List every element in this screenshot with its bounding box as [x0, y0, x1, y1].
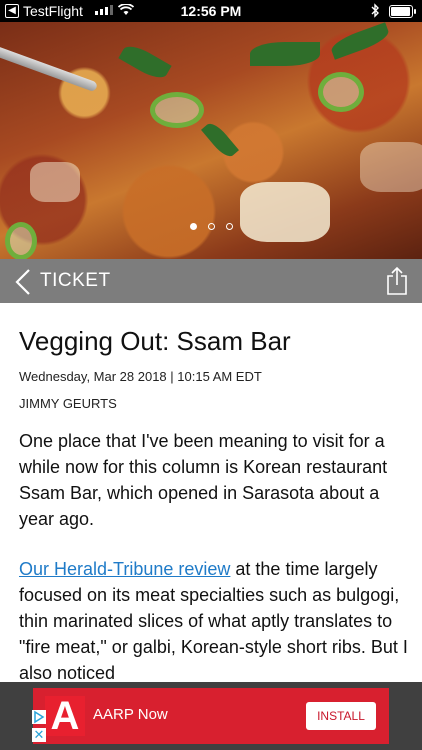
install-button[interactable]: INSTALL [306, 702, 376, 730]
clock: 12:56 PM [180, 3, 242, 19]
close-ad-icon[interactable]: ✕ [32, 728, 46, 742]
carousel-dot[interactable] [189, 223, 197, 230]
review-link[interactable]: Our Herald-Tribune review [19, 559, 230, 579]
status-bar: ◀ TestFlight 12:56 PM [0, 0, 422, 22]
aarp-logo: A [45, 694, 85, 738]
ad-banner: A AARP Now INSTALL [0, 682, 422, 750]
carousel-dot[interactable] [207, 223, 215, 230]
article-paragraph: Our Herald-Tribune review at the time la… [19, 556, 409, 686]
article-headline: Vegging Out: Ssam Bar [19, 326, 291, 356]
bluetooth-icon [371, 3, 379, 18]
carousel-dots[interactable] [0, 223, 422, 230]
article: Vegging Out: Ssam Bar Wednesday, Mar 28 … [19, 303, 409, 686]
article-date: Wednesday, Mar 28 2018 | 10:15 AM EDT [19, 369, 262, 384]
section-title[interactable]: TICKET [40, 270, 111, 292]
ad-card[interactable]: A AARP Now INSTALL [33, 688, 389, 744]
battery-icon [389, 5, 416, 18]
chevron-left-icon[interactable] [14, 268, 32, 296]
article-author[interactable]: JIMMY GEURTS [19, 396, 409, 411]
section-header: TICKET [0, 259, 422, 303]
article-paragraph: One place that I've been meaning to visi… [19, 431, 388, 529]
ad-brand-name: AARP Now [93, 706, 168, 723]
carousel-dot[interactable] [225, 223, 233, 230]
share-icon[interactable] [386, 266, 408, 296]
adchoices-icon[interactable] [32, 710, 46, 724]
